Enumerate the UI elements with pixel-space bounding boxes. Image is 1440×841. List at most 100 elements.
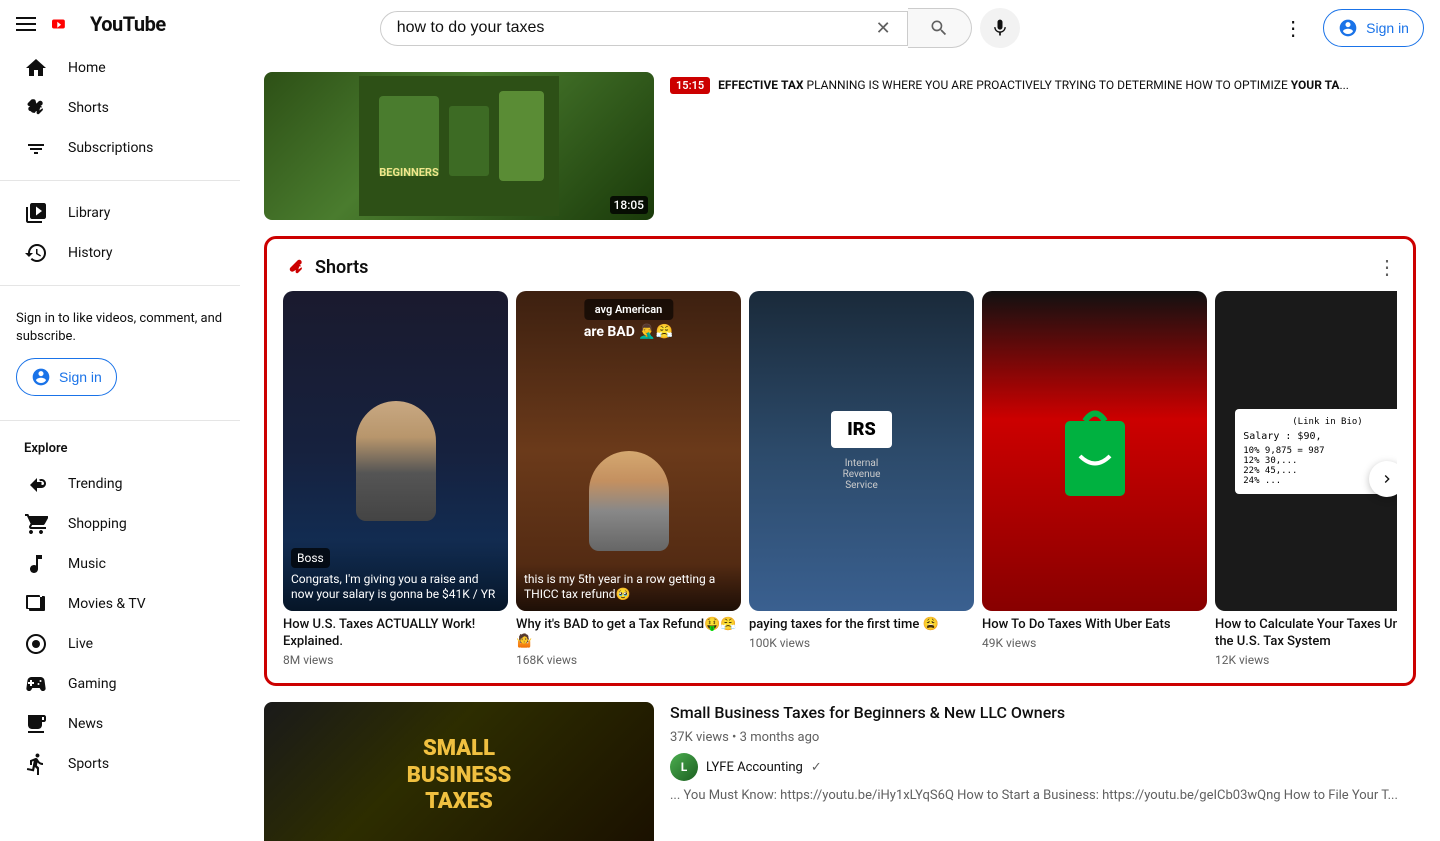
sidebar-item-shorts[interactable]: Shorts [8, 88, 232, 128]
short-overlay-1: Boss Congrats, I'm giving you a raise an… [283, 539, 508, 611]
channel-row: L LYFE Accounting ✓ [670, 753, 1416, 781]
hamburger-menu[interactable] [16, 17, 36, 31]
header: ✕ ⋮ Sign in [240, 0, 1440, 56]
short-card-3[interactable]: IRS InternalRevenueService paying taxes … [749, 291, 974, 667]
sidebar-item-history[interactable]: History [8, 233, 232, 273]
top-video-thumb-inner: BEGINNERS [264, 72, 654, 220]
short-views-4: 49K views [982, 636, 1207, 650]
search-container: ✕ [380, 8, 1020, 48]
sidebar-item-sports[interactable]: Sports [8, 744, 232, 784]
more-options-button[interactable]: ⋮ [1275, 8, 1311, 48]
short-card-1[interactable]: Boss Congrats, I'm giving you a raise an… [283, 291, 508, 667]
sidebar-item-label: Trending [68, 476, 123, 492]
header-sign-in-button[interactable]: Sign in [1323, 9, 1424, 47]
sidebar-divider-3 [0, 420, 240, 421]
sidebar-item-label: Gaming [68, 676, 116, 692]
sidebar-divider-2 [0, 285, 240, 286]
sidebar-item-live[interactable]: Live [8, 624, 232, 664]
main-content: BEGINNERS 18:05 15:15 EFFECTIVE TAX PLAN… [240, 0, 1440, 841]
top-video-info: 15:15 EFFECTIVE TAX PLANNING IS WHERE YO… [670, 72, 1416, 102]
sidebar-item-label: Library [68, 205, 110, 221]
short-thumb-2: avg American are BAD 🤦‍♂️😤 this is my 5t… [516, 291, 741, 611]
channel-avatar: L [670, 753, 698, 781]
header-right: ⋮ Sign in [1275, 8, 1424, 48]
youtube-logo[interactable]: YouTube [52, 12, 166, 36]
short-card-2[interactable]: avg American are BAD 🤦‍♂️😤 this is my 5t… [516, 291, 741, 667]
sidebar-divider-1 [0, 180, 240, 181]
short-views-3: 100K views [749, 636, 974, 650]
short-views-5: 12K views [1215, 653, 1397, 667]
shorts-next-button[interactable] [1369, 461, 1397, 497]
sidebar-item-news[interactable]: News [8, 704, 232, 744]
sidebar-item-shopping[interactable]: Shopping [8, 504, 232, 544]
channel-name: LYFE Accounting [706, 760, 803, 775]
sidebar-item-trending[interactable]: Trending [8, 464, 232, 504]
sidebar-item-music[interactable]: Music [8, 544, 232, 584]
live-icon [24, 632, 48, 656]
sidebar-item-label: News [68, 716, 103, 732]
library-icon [24, 201, 48, 225]
top-video-result: BEGINNERS 18:05 15:15 EFFECTIVE TAX PLAN… [240, 56, 1440, 220]
sidebar-item-label: Shopping [68, 516, 127, 532]
short-title-4: How To Do Taxes With Uber Eats [982, 617, 1207, 634]
header-sign-in-label: Sign in [1366, 20, 1409, 36]
sidebar-item-subscriptions[interactable]: Subscriptions [8, 128, 232, 168]
svg-text:BEGINNERS: BEGINNERS [379, 166, 439, 179]
subscriptions-icon [24, 136, 48, 160]
history-icon [24, 241, 48, 265]
shorts-grid: Boss Congrats, I'm giving you a raise an… [283, 291, 1397, 667]
bottom-video-description: ... You Must Know: https://youtu.be/iHy1… [670, 787, 1416, 805]
bottom-video-info: Small Business Taxes for Beginners & New… [670, 702, 1416, 806]
music-icon [24, 552, 48, 576]
sidebar-item-gaming[interactable]: Gaming [8, 664, 232, 704]
shorts-section: Shorts ⋮ Boss Congrats, I'm giving you a… [264, 236, 1416, 686]
content-area: BEGINNERS 18:05 15:15 EFFECTIVE TAX PLAN… [240, 56, 1440, 841]
short-thumb-4 [982, 291, 1207, 611]
clear-search-button[interactable]: ✕ [876, 18, 891, 39]
uber-eats-icon [1055, 401, 1135, 501]
search-submit-button[interactable] [908, 8, 972, 48]
explore-title: Explore [0, 433, 240, 464]
trending-icon [24, 472, 48, 496]
short-thumb-1: Boss Congrats, I'm giving you a raise an… [283, 291, 508, 611]
sidebar-item-movies[interactable]: Movies & TV [8, 584, 232, 624]
shopping-icon [24, 512, 48, 536]
mic-icon [990, 18, 1010, 38]
sidebar-item-label: Shorts [68, 100, 109, 116]
bottom-video-thumbnail[interactable]: SMALLBUSINESSTAXES [264, 702, 654, 841]
sidebar-item-home[interactable]: Home [8, 48, 232, 88]
short-overlay-2: this is my 5th year in a row getting a T… [516, 564, 741, 611]
top-video-thumbnail[interactable]: BEGINNERS 18:05 [264, 72, 654, 220]
timestamp-badge: 15:15 [670, 77, 710, 94]
short-views-1: 8M views [283, 653, 508, 667]
sign-in-section: Sign in to like videos, comment, and sub… [0, 298, 240, 408]
short-card-4[interactable]: How To Do Taxes With Uber Eats 49K views [982, 291, 1207, 667]
short-title-5: How to Calculate Your Taxes Under the U.… [1215, 617, 1397, 651]
search-icon [929, 18, 949, 38]
news-icon [24, 712, 48, 736]
channel-initial: L [681, 760, 688, 774]
short-title-2: Why it's BAD to get a Tax Refund🤑😤🤷 [516, 617, 741, 651]
youtube-wordmark: YouTube [90, 12, 166, 36]
shorts-more-button[interactable]: ⋮ [1377, 255, 1397, 279]
search-input[interactable] [397, 19, 868, 37]
shorts-title-group: Shorts [283, 255, 368, 279]
shorts-icon [24, 96, 48, 120]
short-caption-2: this is my 5th year in a row getting a T… [524, 572, 733, 603]
gaming-icon [24, 672, 48, 696]
thumb-decoration: BEGINNERS [359, 76, 559, 216]
sidebar-header: YouTube [0, 0, 240, 48]
sidebar: YouTube Home Shorts Subscriptions Librar… [0, 0, 240, 841]
sidebar-item-library[interactable]: Library [8, 193, 232, 233]
sidebar-item-label: Home [68, 60, 106, 76]
microphone-button[interactable] [980, 8, 1020, 48]
short-label-1: Boss [291, 548, 330, 568]
video-duration: 18:05 [610, 196, 648, 214]
search-bar: ✕ [380, 11, 908, 46]
shorts-section-header: Shorts ⋮ [283, 255, 1397, 279]
bottom-video-result: SMALLBUSINESSTAXES Small Business Taxes … [240, 702, 1440, 841]
sidebar-item-label: Live [68, 636, 93, 652]
sign-in-button[interactable]: Sign in [16, 358, 117, 396]
shorts-section-title: Shorts [315, 257, 368, 278]
transcript-text: EFFECTIVE TAX PLANNING IS WHERE YOU ARE … [718, 76, 1349, 94]
